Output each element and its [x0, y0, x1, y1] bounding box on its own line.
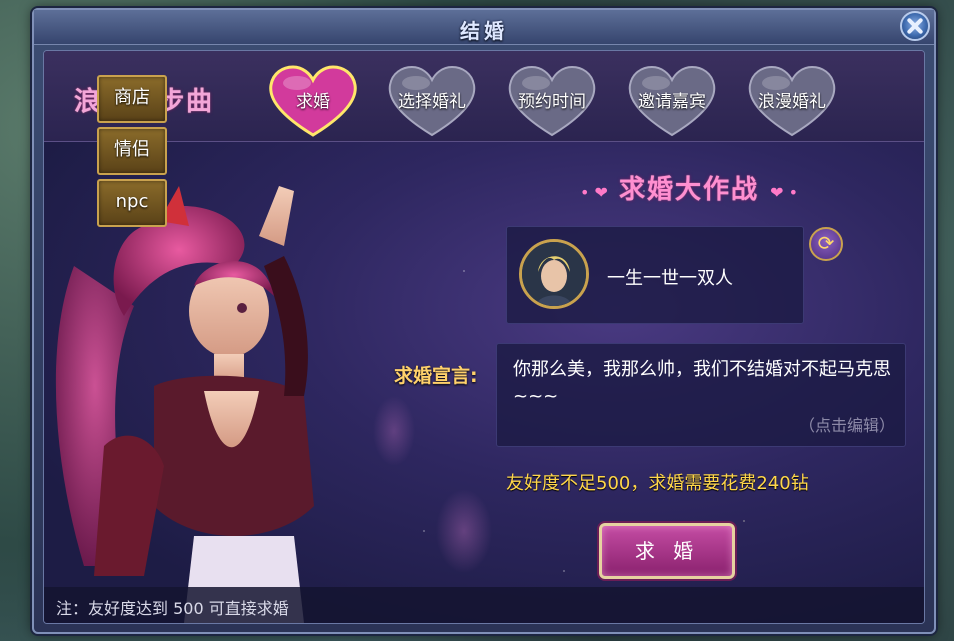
couple-button[interactable]: 情侣: [97, 127, 167, 175]
cost-notice: 友好度不足500，求婚需要花费240钻: [506, 473, 809, 494]
dialog-title: 结婚: [460, 19, 508, 43]
tab-label: 邀请嘉宾: [638, 92, 706, 112]
section-title: • ❤ 求婚大作战 ❤ •: [499, 169, 879, 206]
close-icon[interactable]: [900, 11, 930, 41]
heart-icon: • ❤: [579, 183, 608, 202]
dialog-titlebar[interactable]: 结婚: [34, 10, 934, 45]
propose-button[interactable]: 求 婚: [599, 523, 735, 579]
dialog-content: 浪漫三步曲 求婚 选择婚礼 预约时间: [43, 50, 925, 624]
character-portrait-icon: [522, 242, 586, 306]
heart-icon: ❤ •: [770, 183, 799, 202]
refresh-icon[interactable]: ⟳: [809, 227, 843, 261]
partner-card: 一生一世一双人: [506, 226, 804, 324]
vow-editor[interactable]: 你那么美，我那么帅，我们不结婚对不起马克思~~~ （点击编辑）: [496, 343, 906, 447]
character-illustration: [55, 186, 314, 623]
tab-label: 浪漫婚礼: [758, 92, 826, 112]
footer-note: 注：友好度达到 500 可直接求婚: [56, 599, 289, 618]
npc-button[interactable]: npc: [97, 179, 167, 227]
tab-label: 预约时间: [518, 92, 586, 112]
section-title-text: 求婚大作战: [618, 175, 759, 205]
partner-name: 一生一世一双人: [607, 268, 733, 289]
marriage-dialog: 结婚 浪漫三步曲 求婚 选择婚礼 预约时间: [32, 8, 936, 634]
footer-bar: 注：友好度达到 500 可直接求婚: [44, 587, 924, 623]
tab-propose[interactable]: 求婚: [267, 65, 359, 137]
edit-hint[interactable]: （点击编辑）: [799, 412, 895, 436]
vow-text: 你那么美，我那么帅，我们不结婚对不起马克思~~~: [513, 359, 891, 407]
tab-invite-guests[interactable]: 邀请嘉宾: [626, 65, 718, 137]
avatar[interactable]: [519, 239, 589, 309]
tab-label: 选择婚礼: [398, 92, 466, 112]
tab-reserve-time[interactable]: 预约时间: [506, 65, 598, 137]
tab-label: 求婚: [296, 92, 330, 112]
shop-button[interactable]: 商店: [97, 75, 167, 123]
vow-label: 求婚宣言:: [394, 365, 478, 387]
tab-romantic-wedding[interactable]: 浪漫婚礼: [746, 65, 838, 137]
tab-select-wedding[interactable]: 选择婚礼: [386, 65, 478, 137]
